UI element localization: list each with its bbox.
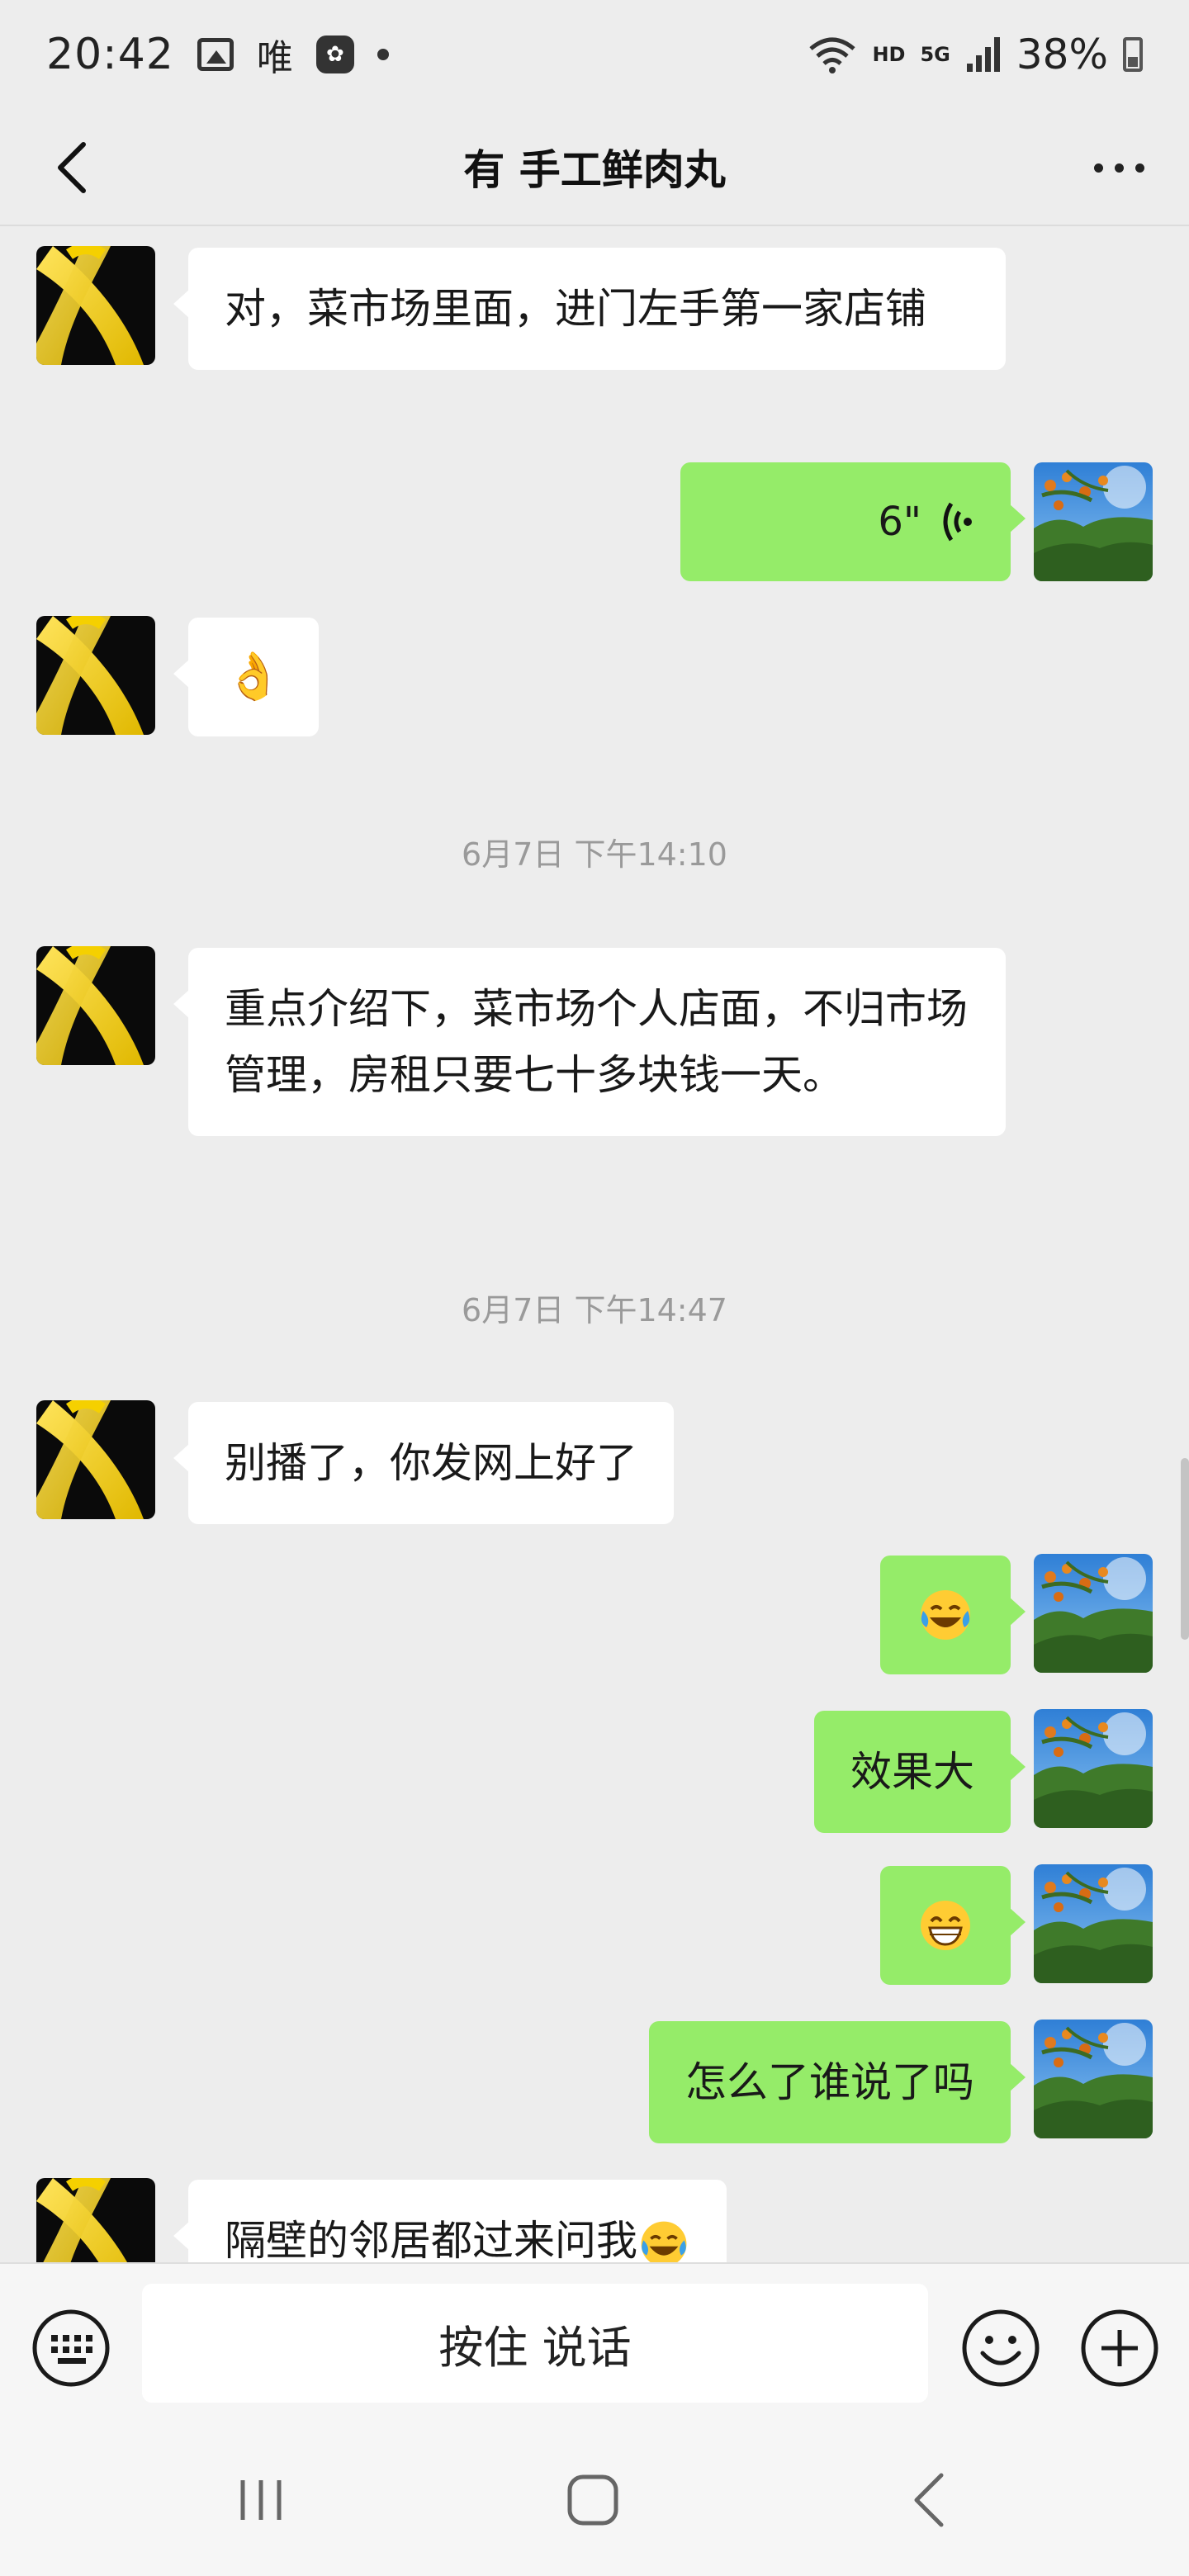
wifi-icon [809,37,856,73]
tree-avatar-image [1034,1554,1153,1673]
status-bar: 20:42 唯 ✿ HD 5G 38% [0,0,1189,109]
message-text: 隔壁的邻居都过来问我 [225,2217,637,2262]
voice-message-bubble[interactable]: 6" [680,462,1026,581]
app-notification-label: 唯 [256,37,293,79]
tree-avatar-image [1034,462,1153,581]
system-nav-bar [0,2424,1189,2576]
more-options-button[interactable] [1082,139,1156,197]
keyboard-toggle-button[interactable] [30,2307,112,2389]
contact-avatar[interactable] [36,946,155,1065]
chat-header: 有 手工鲜肉丸 [0,109,1189,226]
signal-icon [966,37,1000,72]
scrollbar-thumb[interactable] [1181,1458,1189,1640]
smiley-icon [962,2309,1040,2387]
network-type-label: 5G [920,43,950,66]
chat-title: 有 手工鲜肉丸 [463,146,726,194]
contact-avatar[interactable] [36,616,155,735]
status-time: 20:42 [46,30,174,79]
message-bubble-incoming[interactable]: 重点介绍下，菜市场个人店面，不归市场管理，房租只要七十多块钱一天。 [173,948,1006,1136]
my-avatar[interactable] [1034,1709,1153,1828]
battery-percent: 38% [1016,31,1108,78]
voice-wave-icon [943,502,972,542]
voice-duration: 6" [878,499,921,545]
contact-avatar[interactable] [36,1400,155,1519]
app-badge-icon: ✿ [315,36,354,73]
laughing-tears-emoji [921,1590,970,1640]
back-arrow-icon [58,142,86,193]
message-timestamp: 6月7日 下午14:47 [462,1292,727,1328]
my-avatar[interactable] [1034,2020,1153,2138]
keyboard-icon [32,2309,110,2387]
ribbon-avatar-image [36,246,155,365]
back-button[interactable] [43,139,101,197]
message-bubble-incoming[interactable]: 对，菜市场里面，进门左手第一家店铺 [173,248,1006,370]
tree-avatar-image [1034,1709,1153,1828]
more-functions-button[interactable] [1078,2307,1161,2389]
emoji-message-bubble[interactable]: 👌 [173,618,319,736]
tree-avatar-image [1034,1864,1153,1983]
ribbon-avatar-image [36,1400,155,1519]
my-avatar[interactable] [1034,1864,1153,1983]
message-bubble-outgoing[interactable]: 怎么了谁说了吗 [649,2021,1026,2143]
tree-avatar-image [1034,2020,1153,2138]
gallery-notification-icon [197,38,234,71]
laughing-tears-emoji [641,2221,687,2262]
contact-avatar[interactable] [36,2178,155,2262]
message-bubble-incoming[interactable]: 隔壁的邻居都过来问我 [173,2180,727,2262]
emoji-button[interactable] [959,2307,1042,2389]
battery-icon [1123,37,1143,72]
recent-apps-icon [240,2480,282,2520]
more-dots-icon [1093,163,1103,173]
chat-input-bar: 按住 说话 [0,2262,1189,2424]
system-back-button[interactable] [908,2470,950,2530]
system-back-icon [914,2473,944,2527]
message-list[interactable]: 对，菜市场里面，进门左手第一家店铺 6" 👌 6月7日 下午14:10 重点介绍… [0,228,1189,2262]
ribbon-avatar-image [36,2178,155,2262]
recent-apps-button[interactable] [236,2477,286,2523]
grin-emoji [921,1901,970,1950]
hd-label: HD [872,43,906,66]
plus-icon [1081,2309,1158,2387]
my-avatar[interactable] [1034,1554,1153,1673]
message-bubble-incoming[interactable]: 别播了，你发网上好了 [173,1402,674,1524]
more-notifications-icon [377,49,389,60]
ok-hand-emoji: 👌 [225,650,282,703]
message-bubble-outgoing[interactable]: 效果大 [814,1711,1026,1833]
my-avatar[interactable] [1034,462,1153,581]
emoji-message-bubble[interactable] [880,1556,1026,1674]
contact-avatar[interactable] [36,246,155,365]
home-button[interactable] [566,2474,619,2526]
ribbon-avatar-image [36,616,155,735]
emoji-message-bubble[interactable] [880,1866,1026,1985]
ribbon-avatar-image [36,946,155,1065]
home-icon [567,2474,618,2526]
hold-to-talk-button[interactable]: 按住 说话 [142,2284,928,2403]
message-timestamp: 6月7日 下午14:10 [462,836,727,873]
